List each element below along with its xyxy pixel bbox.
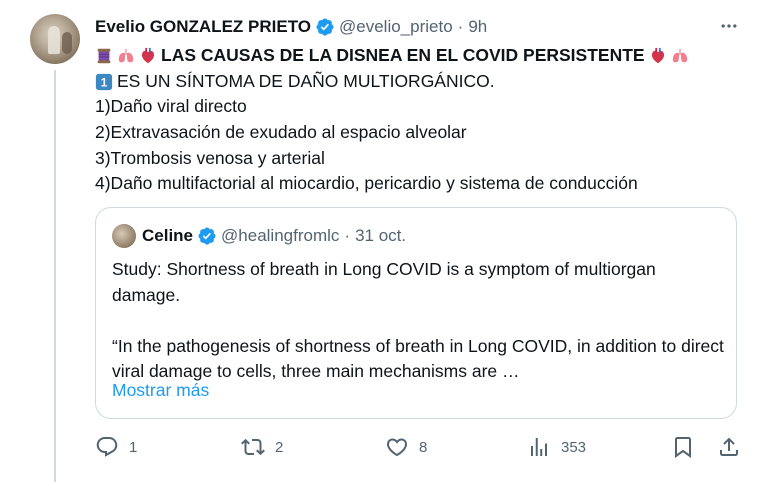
tweet-line-text: ES UN SÍNTOMA DE DAÑO MULTIORGÁNICO. bbox=[117, 70, 495, 91]
quoted-author-name: Celine bbox=[142, 226, 194, 245]
tweet-line-2: 1)Daño viral directo bbox=[95, 96, 247, 117]
thread-line bbox=[54, 70, 56, 482]
action-bar: 1 2 8 353 bbox=[95, 432, 745, 462]
author-avatar[interactable] bbox=[30, 14, 80, 64]
tweet-line-1: 1 ES UN SÍNTOMA DE DAÑO MULTIORGÁNICO. bbox=[95, 69, 745, 95]
bookmark-icon bbox=[675, 437, 691, 458]
heart-icon bbox=[386, 438, 408, 457]
keycap-one-icon: 1 bbox=[95, 73, 113, 90]
tweet-line-3: 2)Extravasación de exudado al espacio al… bbox=[95, 122, 467, 143]
quoted-paragraph-2: “In the pathogenesis of shortness of bre… bbox=[112, 335, 724, 382]
tweet-text: LAS CAUSAS DE LA DISNEA EN EL COVID PERS… bbox=[95, 43, 745, 197]
lungs-icon bbox=[672, 48, 687, 63]
author-name[interactable]: Evelio GONZALEZ PRIETO bbox=[95, 17, 311, 37]
quoted-author-handle: @healingfromlc bbox=[221, 226, 340, 245]
share-icon bbox=[720, 437, 738, 456]
repost-count: 2 bbox=[275, 438, 284, 456]
bookmark-button[interactable] bbox=[671, 432, 695, 462]
anatomical-heart-icon bbox=[141, 47, 155, 64]
repost-button[interactable]: 2 bbox=[241, 432, 283, 462]
author-handle[interactable]: @evelio_prieto bbox=[339, 17, 453, 37]
tweet[interactable]: Evelio GONZALEZ PRIETO @evelio_prieto · … bbox=[0, 0, 768, 482]
verified-badge-icon bbox=[316, 18, 334, 36]
reply-button[interactable]: 1 bbox=[95, 432, 137, 462]
quoted-paragraph-1: Study: Shortness of breath in Long COVID… bbox=[112, 259, 656, 305]
repost-icon bbox=[241, 438, 265, 456]
quoted-tweet-text: Study: Shortness of breath in Long COVID… bbox=[112, 257, 724, 385]
svg-text:1: 1 bbox=[101, 76, 108, 89]
tweet-header: Evelio GONZALEZ PRIETO @evelio_prieto · … bbox=[95, 15, 487, 39]
verified-badge-icon bbox=[198, 227, 216, 245]
thread-spool-icon bbox=[97, 48, 111, 64]
more-options-icon[interactable] bbox=[718, 16, 740, 36]
quoted-tweet-header: Celine @healingfromlc · 31 oct. bbox=[112, 224, 406, 248]
tweet-title: LAS CAUSAS DE LA DISNEA EN EL COVID PERS… bbox=[161, 45, 645, 65]
reply-icon bbox=[96, 437, 118, 457]
like-count: 8 bbox=[419, 438, 428, 456]
quoted-tweet[interactable]: Celine @healingfromlc · 31 oct. Study: S… bbox=[95, 207, 737, 419]
anatomical-heart-icon bbox=[651, 47, 664, 64]
reply-count: 1 bbox=[129, 438, 138, 456]
share-button[interactable] bbox=[717, 432, 741, 462]
tweet-time[interactable]: 9h bbox=[468, 17, 487, 37]
quoted-author-avatar bbox=[112, 224, 136, 248]
views-button[interactable]: 353 bbox=[527, 432, 586, 462]
quoted-tweet-date: 31 oct. bbox=[355, 226, 407, 245]
show-more-link[interactable]: Mostrar más bbox=[112, 380, 209, 401]
lungs-icon bbox=[118, 48, 134, 63]
views-count: 353 bbox=[561, 438, 587, 456]
views-chart-icon bbox=[531, 438, 547, 456]
tweet-line-4: 3)Trombosis venosa y arterial bbox=[95, 147, 325, 168]
tweet-line-5: 4)Daño multifactorial al miocardio, peri… bbox=[95, 173, 638, 194]
separator-dot: · bbox=[344, 226, 351, 245]
tweet-title-line: LAS CAUSAS DE LA DISNEA EN EL COVID PERS… bbox=[95, 43, 745, 69]
separator-dot: · bbox=[457, 17, 464, 36]
like-button[interactable]: 8 bbox=[385, 432, 427, 462]
